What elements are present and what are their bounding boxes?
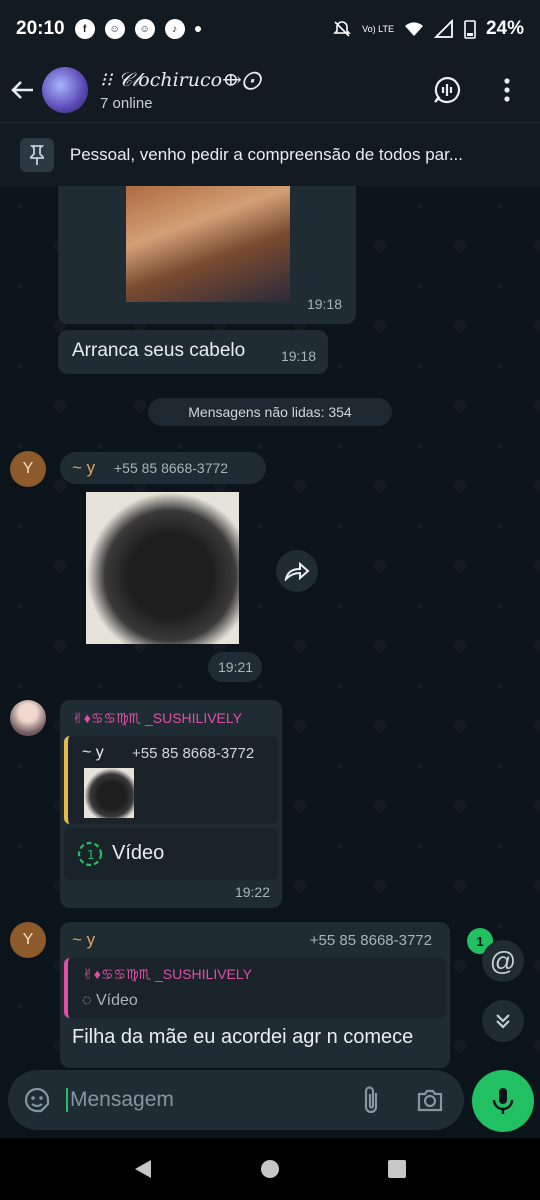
emoji-icon: ☺ xyxy=(134,19,155,39)
status-time: 20:10 xyxy=(16,18,65,39)
message-input[interactable]: Mensagem xyxy=(66,1088,174,1112)
system-nav-bar xyxy=(0,1138,540,1200)
more-options-button[interactable] xyxy=(492,75,522,105)
reply-message[interactable]: ~ y +55 85 8668-3772 ✌︎♦︎♋︎♋︎♍︎♏︎ _SUSHI… xyxy=(60,922,450,1068)
message-text: Arranca seus cabelo xyxy=(72,340,246,361)
chat-area[interactable]: 19:18 Arranca seus cabelo 19:18 Mensagen… xyxy=(0,186,540,1068)
scroll-down-button[interactable] xyxy=(482,1000,524,1042)
avatar[interactable] xyxy=(10,700,46,736)
status-bar: 20:10 f ☺ ☺ ♪ Vo) LTE 24% xyxy=(0,0,540,58)
video-attachment[interactable]: 1 Vídeo xyxy=(64,828,278,880)
online-count: 7 online xyxy=(100,94,153,112)
message-time: 19:22 xyxy=(234,884,270,900)
mute-icon xyxy=(333,21,352,37)
sender-phone: +55 85 8668-3772 xyxy=(114,460,229,476)
notification-icons: f ☺ ☺ ♪ xyxy=(74,19,201,39)
message-image[interactable] xyxy=(126,186,290,302)
sender-phone: +55 85 8668-3772 xyxy=(309,932,432,949)
mention-button[interactable]: @ xyxy=(482,940,524,982)
message-time: 19:18 xyxy=(280,348,316,364)
quote-thumbnail xyxy=(84,768,134,818)
group-title: ⁝⁝ 𝒞𝓁ochiruco⟴⨀ xyxy=(100,68,261,91)
message-composer[interactable]: Mensagem xyxy=(8,1070,464,1130)
microphone-icon xyxy=(492,1088,514,1114)
battery-icon xyxy=(464,20,476,39)
battery-level: 24% xyxy=(485,18,524,39)
text-message[interactable]: Arranca seus cabelo 19:18 xyxy=(58,330,328,374)
arrow-left-icon xyxy=(11,81,33,99)
avatar[interactable]: Y xyxy=(10,922,46,958)
sender-name: ✌︎♦︎♋︎♋︎♍︎♏︎ _SUSHILIVELY xyxy=(72,710,242,726)
message-text: Filha da mãe eu acordei agr n comece xyxy=(72,1026,414,1048)
sticker-time: 19:21 xyxy=(208,652,262,682)
camera-icon[interactable] xyxy=(416,1087,444,1113)
sender-name: ~ y xyxy=(72,458,96,477)
emoji-icon: ☺ xyxy=(104,19,125,39)
at-icon: @ xyxy=(489,945,517,976)
quote-sender: ~ y xyxy=(82,744,104,761)
signal-icon xyxy=(433,19,453,38)
svg-text:1: 1 xyxy=(87,848,95,862)
nav-recents-icon[interactable] xyxy=(387,1159,407,1179)
voice-record-button[interactable] xyxy=(472,1070,534,1132)
message-time: 19:21 xyxy=(218,659,254,675)
image-message[interactable]: 19:18 xyxy=(58,186,356,324)
more-notifications-dot xyxy=(194,26,201,32)
nav-home-icon[interactable] xyxy=(260,1159,280,1179)
message-time: 19:18 xyxy=(306,296,342,312)
voice-chat-icon xyxy=(434,76,461,104)
sticker-image[interactable] xyxy=(86,492,239,644)
video-icon: ◌ xyxy=(82,992,92,1009)
video-status-icon: 1 xyxy=(77,841,103,867)
facebook-icon: f xyxy=(74,19,95,39)
quote-phone: +55 85 8668-3772 xyxy=(132,745,255,762)
voice-chat-button[interactable] xyxy=(432,75,462,105)
pin-icon xyxy=(20,137,54,172)
pinned-message-text: Pessoal, venho pedir a compreensão de to… xyxy=(69,144,464,164)
group-info[interactable]: ⁝⁝ 𝒞𝓁ochiruco⟴⨀ 7 online xyxy=(100,69,261,112)
sticker-icon[interactable] xyxy=(22,1085,52,1115)
forward-icon xyxy=(284,561,310,581)
avatar[interactable]: Y xyxy=(10,451,46,487)
pinned-message-bar[interactable]: Pessoal, venho pedir a compreensão de to… xyxy=(0,122,540,186)
chat-header: ⁝⁝ 𝒞𝓁ochiruco⟴⨀ 7 online xyxy=(0,58,540,122)
nav-back-icon[interactable] xyxy=(133,1158,153,1180)
tiktok-icon: ♪ xyxy=(164,19,185,39)
quoted-message[interactable]: ~ y +55 85 8668-3772 xyxy=(64,736,278,824)
sender-header[interactable]: ~ y +55 85 8668-3772 xyxy=(60,452,266,484)
attach-icon[interactable] xyxy=(360,1085,382,1115)
quote-text-label: Vídeo xyxy=(95,992,138,1009)
video-label: Vídeo xyxy=(112,842,165,864)
wifi-icon xyxy=(404,22,423,36)
back-button[interactable] xyxy=(8,76,36,104)
double-chevron-down-icon xyxy=(496,1014,510,1029)
forward-button[interactable] xyxy=(276,550,318,592)
group-avatar[interactable] xyxy=(42,67,88,113)
sender-name: ~ y xyxy=(72,930,96,949)
quote-sender: ✌︎♦︎♋︎♋︎♍︎♏︎ _SUSHILIVELY xyxy=(82,966,252,982)
kebab-menu-icon xyxy=(504,78,510,102)
quote-text: ◌ Vídeo xyxy=(82,992,138,1010)
quoted-message[interactable]: ✌︎♦︎♋︎♋︎♍︎♏︎ _SUSHILIVELY ◌ Vídeo xyxy=(64,958,446,1018)
reply-message[interactable]: ✌︎♦︎♋︎♋︎♍︎♏︎ _SUSHILIVELY ~ y +55 85 866… xyxy=(60,700,282,908)
volte-label: Vo) LTE xyxy=(362,23,394,34)
unread-divider: Mensagens não lidas: 354 xyxy=(148,398,392,426)
